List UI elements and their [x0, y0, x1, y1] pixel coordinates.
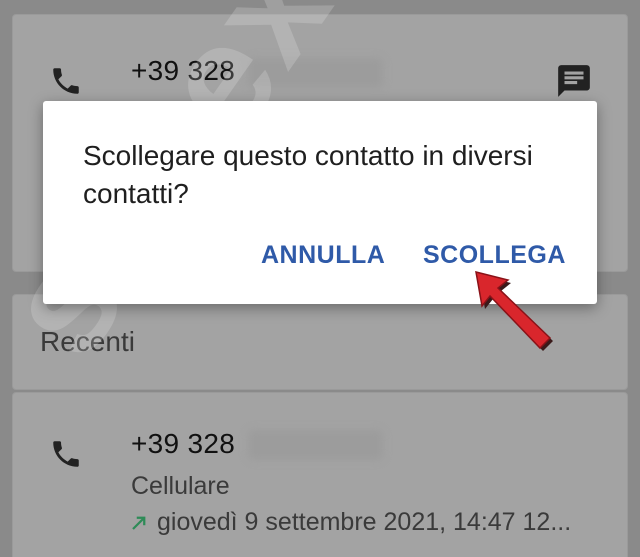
recent-call-number: +39 328 — [131, 428, 236, 459]
message-icon[interactable] — [555, 62, 593, 100]
recent-call-datetime: giovedì 9 settembre 2021, 14:47 12... — [157, 508, 572, 536]
redacted-number — [248, 430, 383, 460]
recent-call-type: Cellulare — [131, 472, 230, 500]
redacted-number — [248, 58, 383, 88]
phone-icon[interactable] — [49, 437, 83, 471]
recents-section-label: Recenti — [40, 326, 135, 357]
phone-icon[interactable] — [49, 64, 83, 98]
red-arrow-pointer-icon — [468, 266, 558, 356]
dialog-message: Scollegare questo contatto in diversi co… — [83, 140, 533, 209]
contact-number: +39 328 — [131, 55, 236, 86]
outgoing-call-arrow-icon — [130, 514, 148, 532]
cancel-button[interactable]: ANNULLA — [261, 241, 385, 270]
